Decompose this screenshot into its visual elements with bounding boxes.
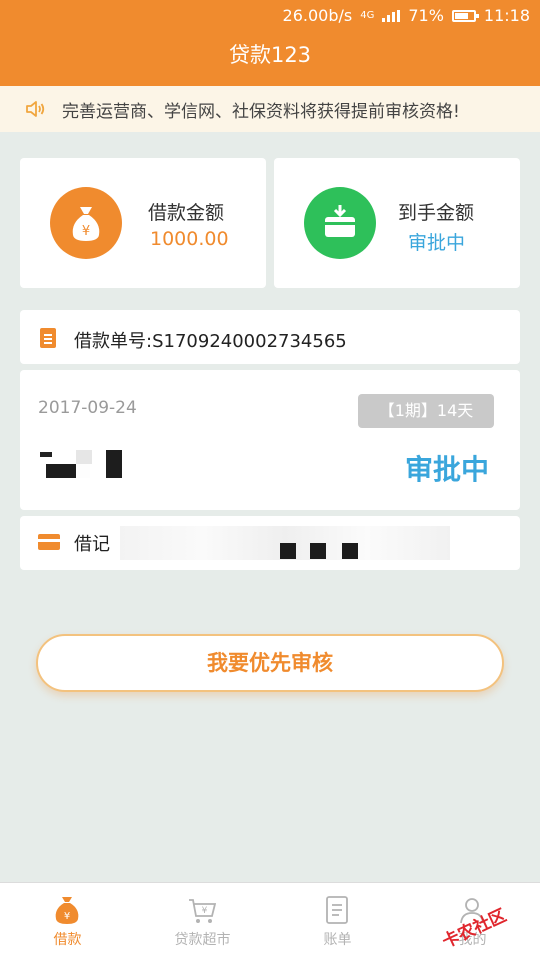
loan-amount-label: 借款金额 [148, 202, 225, 224]
received-amount-label: 到手金额 [398, 202, 475, 224]
tab-label: 贷款超市 [174, 932, 231, 948]
received-amount-card: 到手金额 审批中 [274, 158, 520, 288]
redacted-block [310, 543, 326, 559]
loan-amount-value: 1000.00 [150, 228, 229, 250]
loan-amount-card: ¥ 借款金额 1000.00 [20, 158, 266, 288]
debit-card-label: 借记 [74, 534, 110, 555]
bank-card-icon [38, 534, 60, 550]
document-icon [40, 328, 56, 348]
svg-text:¥: ¥ [82, 224, 90, 239]
tab-loan-market[interactable]: ¥ 贷款超市 [135, 883, 270, 960]
order-detail-card[interactable]: 2017-09-24 【1期】14天 审批中 [20, 370, 520, 510]
speaker-icon [26, 101, 45, 117]
clock: 11:18 [483, 6, 530, 25]
tab-loan[interactable]: ¥ 借款 [0, 883, 135, 960]
redacted-mosaic [40, 450, 130, 496]
notice-text: 完善运营商、学信网、社保资料将获得提前审核资格! [62, 101, 460, 122]
debit-card-row[interactable]: 借记 [20, 516, 520, 570]
money-bag-icon: ¥ [50, 187, 122, 259]
priority-review-button[interactable]: 我要优先审核 [36, 634, 504, 692]
order-number-label: 借款单号: [74, 331, 153, 352]
app-title: 贷款123 [0, 32, 540, 86]
status-icons: 26.00b/s 4G 71% 11:18 [283, 6, 530, 25]
tab-label: 借款 [53, 932, 82, 948]
battery-icon [451, 9, 479, 22]
redacted-block [342, 543, 358, 559]
order-number-value: S1709240002734565 [152, 331, 347, 352]
order-date: 2017-09-24 [38, 398, 137, 418]
svg-text:¥: ¥ [64, 911, 70, 922]
order-status: 审批中 [405, 453, 490, 486]
bill-icon [326, 896, 348, 924]
network-type: 4G [360, 10, 375, 21]
battery-percent: 71% [408, 6, 444, 25]
notice-bar[interactable]: 完善运营商、学信网、社保资料将获得提前审核资格! [0, 86, 540, 132]
received-amount-status: 审批中 [408, 232, 466, 254]
wallet-download-icon [304, 187, 376, 259]
svg-text:¥: ¥ [202, 906, 208, 916]
period-badge: 【1期】14天 [358, 394, 494, 428]
signal-icon [382, 9, 401, 22]
order-number: 借款单号:S1709240002734565 [74, 327, 347, 353]
money-bag-icon: ¥ [55, 897, 79, 924]
tab-bills[interactable]: 账单 [270, 883, 405, 960]
network-speed: 26.00b/s [282, 6, 353, 25]
order-number-card: 借款单号:S1709240002734565 [20, 310, 520, 364]
tab-label: 账单 [323, 932, 352, 948]
cart-icon: ¥ [189, 899, 216, 923]
redacted-block [280, 543, 296, 559]
status-bar: 26.00b/s 4G 71% 11:18 [0, 0, 540, 32]
battery-fill [454, 12, 468, 19]
